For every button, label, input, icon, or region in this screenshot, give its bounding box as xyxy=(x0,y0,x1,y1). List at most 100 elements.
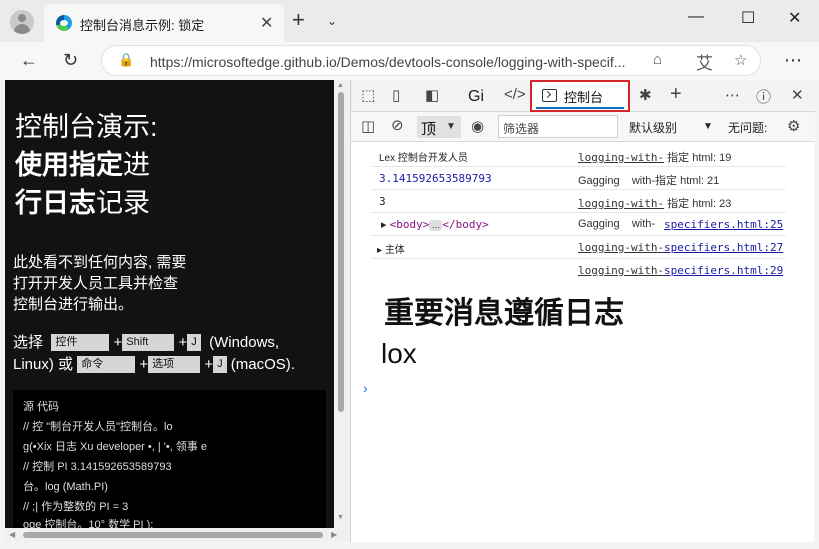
avatar-head xyxy=(18,14,26,22)
heading-line-3-rest: 记录 xyxy=(96,188,150,218)
code-line: oge 控制台。10° 数学 PI ); xyxy=(23,519,154,528)
message-source[interactable]: Gagging with-指定 html: 21 xyxy=(578,172,719,188)
console-message: ▸ <body>… </body> Gagging with- specifier… xyxy=(371,213,786,236)
windows-label: (Windows, xyxy=(209,334,280,351)
navigation-bar: ← ↻ 🔒 https://microsoftedge.github.io/De… xyxy=(0,42,819,80)
address-bar[interactable]: 🔒 https://microsoftedge.github.io/Demos/… xyxy=(101,45,761,76)
styled-log-message-2: lox xyxy=(381,338,417,369)
code-block: 源 代码 // 控 "制台开发人员"控制台。lo g(•Xix 日志 Xu de… xyxy=(13,390,326,528)
source-file[interactable]: Gagging xyxy=(578,175,620,187)
profile-avatar[interactable] xyxy=(10,10,34,34)
scroll-up-arrow-icon[interactable]: ▲ xyxy=(337,82,344,89)
close-window-button[interactable]: ✕ xyxy=(788,8,801,28)
favorite-star-icon[interactable]: ☆ xyxy=(734,51,747,69)
close-devtools-icon[interactable]: ✕ xyxy=(791,86,804,104)
read-aloud-icon[interactable]: 艾 xyxy=(696,49,713,74)
source-line[interactable]: with-指定 html: 21 xyxy=(632,175,719,187)
console-sidebar-icon[interactable]: ◫ xyxy=(361,117,375,135)
lead-line-3: 控制台进行输出。 xyxy=(13,296,134,313)
console-message: 3 logging-with- 指定 html: 23 xyxy=(371,190,786,213)
back-arrow-icon[interactable]: ← xyxy=(20,50,38,71)
body-label: 主体 xyxy=(384,245,405,256)
minimize-button[interactable]: — xyxy=(688,8,704,26)
message-source[interactable]: logging-with- 指定 html: 23 xyxy=(578,195,731,211)
lead-line-2: 打开开发人员工具并检查 xyxy=(13,275,179,292)
plus-sign: + xyxy=(113,334,123,351)
scroll-down-arrow-icon[interactable]: ▼ xyxy=(337,514,344,521)
message-source[interactable]: logging-with- xyxy=(578,264,664,277)
source-link[interactable]: specifiers.html:29 xyxy=(664,264,783,277)
inspect-element-icon[interactable]: ⬚ xyxy=(361,86,375,104)
select-label: 选择 xyxy=(13,334,44,351)
new-tab-button[interactable]: + xyxy=(292,9,305,31)
source-mid[interactable]: with- xyxy=(632,218,655,230)
devtools-panel: ⬚ ▯ ◧ Gi </> 控制台 ✱ + ⋯ ⓘ ✕ ◫ ⊘ 顶 ▼ ◉ 筛选器… xyxy=(350,80,815,542)
heading-line-3-bold: 行日志 xyxy=(15,188,96,218)
refresh-icon[interactable]: ↻ xyxy=(63,50,78,71)
message-source[interactable]: Gagging with- xyxy=(578,218,655,230)
source-line[interactable]: 指定 html: 23 xyxy=(667,198,731,210)
source-file[interactable]: Gagging xyxy=(578,218,620,230)
code-line: 台。log (Math.PI) xyxy=(23,481,108,493)
context-value: 顶 xyxy=(421,121,437,138)
tab-close-icon[interactable]: ✕ xyxy=(260,13,273,33)
tab-list-chevron-icon[interactable]: ⌄ xyxy=(327,14,337,28)
console-tab-label: 控制台 xyxy=(564,90,604,105)
url-text[interactable]: https://microsoftedge.github.io/Demos/de… xyxy=(150,54,640,70)
source-line[interactable]: 指定 html: 19 xyxy=(667,152,731,164)
scroll-right-arrow-icon[interactable]: ▶ xyxy=(331,530,337,539)
app-available-icon[interactable]: ⌂ xyxy=(653,51,662,68)
console-icon xyxy=(542,89,557,102)
clear-console-icon[interactable]: ⊘ xyxy=(391,116,404,134)
message-source[interactable]: logging-with- xyxy=(578,241,664,254)
maximize-button[interactable]: ☐ xyxy=(741,8,755,28)
scroll-left-arrow-icon[interactable]: ◀ xyxy=(9,530,15,539)
mac-label: (macOS). xyxy=(230,356,295,373)
page-vertical-scrollbar[interactable]: ▲ ▼ xyxy=(334,80,348,528)
help-icon[interactable]: ⓘ xyxy=(756,86,771,107)
browser-tab[interactable]: 控制台消息示例: 锁定 ✕ xyxy=(44,4,284,42)
message-text[interactable]: ▸ 主体 xyxy=(377,241,405,256)
source-link[interactable]: specifiers.html:25 xyxy=(664,218,783,231)
more-tabs-plus-icon[interactable]: + xyxy=(670,83,682,106)
console-messages: Lex 控制台开发人员 logging-with- 指定 html: 19 3.… xyxy=(371,144,786,282)
devtools-more-icon[interactable]: ⋯ xyxy=(725,86,740,104)
lead-paragraph: 此处看不到任何内容, 需要 打开开发人员工具并检查 控制台进行输出。 xyxy=(13,252,313,315)
filter-input[interactable]: 筛选器 xyxy=(498,115,618,138)
issues-counter[interactable]: 无问题: xyxy=(728,119,767,136)
elements-tab-icon[interactable]: </> xyxy=(504,86,526,103)
tab-console[interactable]: 控制台 xyxy=(530,80,630,112)
kbd-option: 选项 xyxy=(148,355,201,373)
heading-line-1: 控制台演示: xyxy=(15,112,158,142)
body-node-message[interactable]: ▸ <body>… </body> xyxy=(381,218,489,231)
plus-sign: + xyxy=(178,334,188,351)
source-file[interactable]: logging-with- xyxy=(578,264,664,277)
heading-line-2-rest: 进 xyxy=(123,150,150,180)
source-file[interactable]: logging-with- xyxy=(578,151,664,164)
scrollbar-thumb[interactable] xyxy=(338,92,344,412)
expand-dots[interactable]: … xyxy=(429,220,443,231)
console-message: logging-with- specifiers.html:29 xyxy=(371,259,786,282)
kbd-shift: Shift xyxy=(122,333,175,351)
hscrollbar-thumb[interactable] xyxy=(23,532,323,538)
lock-icon[interactable]: 🔒 xyxy=(118,52,134,68)
source-file[interactable]: logging-with- xyxy=(578,241,664,254)
source-file[interactable]: logging-with- xyxy=(578,197,664,210)
console-prompt[interactable]: › xyxy=(363,380,368,396)
source-link[interactable]: specifiers.html:27 xyxy=(664,241,783,254)
sidebar-toggle-icon[interactable]: ◧ xyxy=(425,86,439,104)
log-levels-dropdown[interactable]: 默认级别 xyxy=(629,119,677,136)
bug-icon[interactable]: ✱ xyxy=(639,86,652,104)
page-horizontal-scrollbar[interactable]: ◀ ▶ xyxy=(5,528,348,542)
tab-welcome[interactable]: Gi xyxy=(468,88,484,106)
chevron-down-icon[interactable]: ▼ xyxy=(703,121,713,132)
title-bar: 控制台消息示例: 锁定 ✕ + ⌄ — ☐ ✕ xyxy=(0,0,819,42)
device-emulation-icon[interactable]: ▯ xyxy=(392,86,400,104)
context-selector[interactable]: 顶 ▼ xyxy=(417,116,461,138)
lead-line-1: 此处看不到任何内容, 需要 xyxy=(13,254,187,271)
live-expression-eye-icon[interactable]: ◉ xyxy=(471,117,484,135)
devtools-tab-bar: ⬚ ▯ ◧ Gi </> 控制台 ✱ + ⋯ ⓘ ✕ xyxy=(351,80,815,112)
console-settings-gear-icon[interactable]: ⚙ xyxy=(787,117,800,135)
message-source[interactable]: logging-with- 指定 html: 19 xyxy=(578,149,731,165)
settings-more-icon[interactable]: ⋯ xyxy=(784,50,802,71)
